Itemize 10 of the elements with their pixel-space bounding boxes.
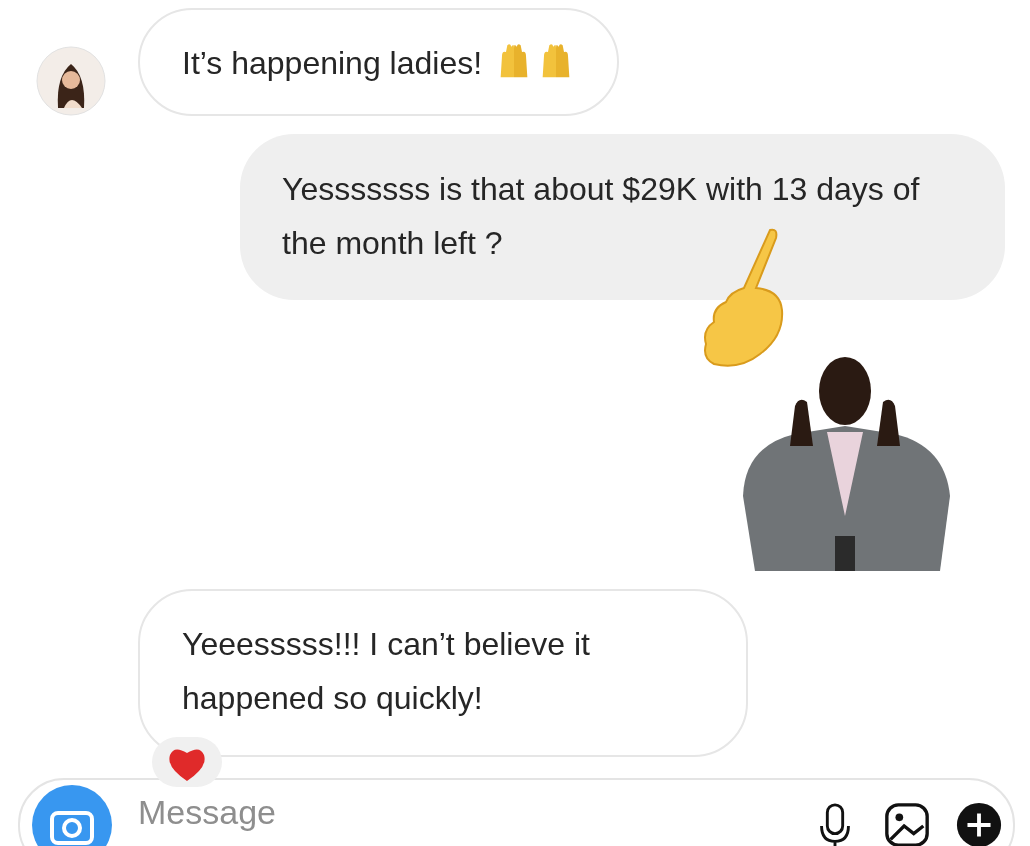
camera-button[interactable] [30, 783, 114, 846]
avatar[interactable] [36, 46, 106, 116]
heart-reaction-icon[interactable] [152, 737, 222, 787]
add-button[interactable] [955, 801, 1003, 846]
message-field[interactable]: Message [138, 790, 787, 834]
message-text: It’s happening ladies! [182, 45, 483, 81]
message-text: Yeeesssss!!! I can’t believe it happened so quickly! [182, 626, 590, 716]
message-composer[interactable]: Message [18, 778, 1015, 846]
image-icon[interactable] [883, 801, 931, 846]
message-text: Yesssssss is that about $29K with 13 days of the month left ? [282, 171, 920, 261]
